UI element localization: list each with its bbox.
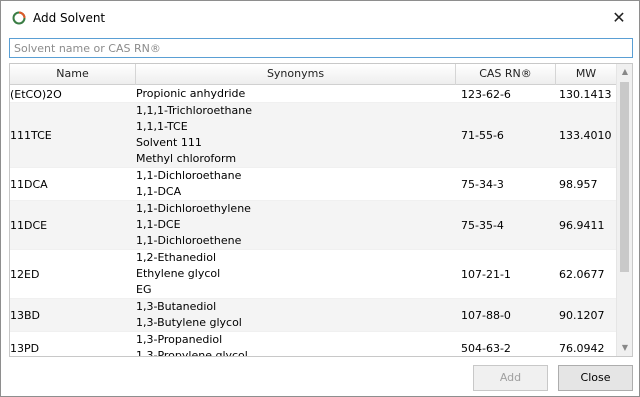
synonyms-cell: 1,3-Butanediol 1,3-Butylene glycol — [136, 299, 456, 331]
window-title: Add Solvent — [33, 11, 106, 25]
synonym-text: 1,1-DCE — [136, 218, 181, 231]
solvent-name-cell: 12ED — [10, 267, 40, 281]
synonym-text: 1,3-Butanediol — [136, 300, 217, 313]
cas-number-cell: 107-88-0 — [461, 308, 511, 322]
column-header-synonyms[interactable]: Synonyms — [136, 64, 456, 85]
synonym-text: 1,3-Propylene glycol — [136, 349, 248, 357]
scroll-down-icon[interactable]: ▼ — [617, 340, 632, 356]
solvent-name-cell: 13BD — [10, 308, 41, 322]
synonyms-cell: 1,1-Dichloroethylene 1,1-DCE 1,1-Dichloroe… — [136, 201, 456, 249]
column-header-mw[interactable]: MW — [556, 64, 616, 85]
synonym-text: 1,1-Dichloroethene — [136, 234, 242, 247]
cas-number-cell: 71-55-6 — [461, 128, 504, 142]
solvent-name-cell: 111TCE — [10, 128, 52, 142]
solvent-table: Name Synonyms CAS RN® MW (EtCO)2O Propion… — [9, 63, 633, 357]
synonyms-cell: 1,1,1-Trichloroethane 1,1,1-TCE Solvent 11… — [136, 103, 456, 167]
add-button[interactable]: Add — [473, 365, 548, 391]
synonym-text: Propionic anhydride — [136, 87, 246, 100]
table-row[interactable]: (EtCO)2O Propionic anhydride 123-62-6 130.1… — [10, 86, 616, 103]
table-row[interactable]: 111TCE 1,1,1-Trichloroethane 1,1,1-TCE Solv… — [10, 103, 616, 168]
solvent-name-cell: 11DCA — [10, 177, 48, 191]
synonym-text: 1,1-Dichloroethylene — [136, 202, 251, 215]
molecular-weight-cell: 98.957 — [559, 177, 598, 191]
synonym-text: 1,3-Propanediol — [136, 333, 223, 346]
synonym-text: EG — [136, 283, 152, 296]
vertical-scrollbar[interactable]: ▲ ▼ — [616, 64, 632, 356]
molecular-weight-cell: 133.4010 — [559, 128, 612, 142]
search-input[interactable] — [10, 39, 632, 57]
table-row[interactable]: 11DCA 1,1-Dichloroethane 1,1-DCA 75-34-3 98.… — [10, 168, 616, 201]
synonym-text: Ethylene glycol — [136, 267, 221, 280]
molecular-weight-cell: 76.0942 — [559, 341, 605, 355]
add-solvent-dialog: Add Solvent ✕ Name Synonyms CAS RN® MW (… — [0, 0, 640, 397]
synonym-text: 1,2-Ethanediol — [136, 251, 217, 264]
title-bar: Add Solvent ✕ — [1, 1, 639, 36]
molecular-weight-cell: 96.9411 — [559, 218, 605, 232]
table-row[interactable]: 11DCE 1,1-Dichloroethylene 1,1-DCE 1,1-Dich… — [10, 201, 616, 250]
molecular-weight-cell: 62.0677 — [559, 267, 605, 281]
search-field[interactable] — [9, 38, 633, 58]
solvent-name-cell: 13PD — [10, 341, 40, 355]
cas-number-cell: 107-21-1 — [461, 267, 511, 281]
close-icon[interactable]: ✕ — [601, 3, 637, 33]
synonym-text: 1,1,1-TCE — [136, 120, 188, 133]
ring-logo-icon — [12, 11, 26, 25]
cas-number-cell: 75-35-4 — [461, 218, 504, 232]
scroll-thumb[interactable] — [620, 82, 629, 272]
table-row[interactable]: 13BD 1,3-Butanediol 1,3-Butylene glycol 107… — [10, 299, 616, 332]
table-row[interactable]: 12ED 1,2-Ethanediol Ethylene glycol EG 107-2… — [10, 250, 616, 299]
table-header: Name Synonyms CAS RN® MW — [10, 64, 616, 85]
cas-number-cell: 504-63-2 — [461, 341, 511, 355]
molecular-weight-cell: 90.1207 — [559, 308, 605, 322]
synonyms-cell: Propionic anhydride — [136, 86, 456, 102]
synonyms-cell: 1,1-Dichloroethane 1,1-DCA — [136, 168, 456, 200]
table-body: (EtCO)2O Propionic anhydride 123-62-6 130.1… — [10, 86, 616, 357]
scroll-up-icon[interactable]: ▲ — [617, 64, 632, 80]
synonym-text: 1,3-Butylene glycol — [136, 316, 242, 329]
molecular-weight-cell: 130.1413 — [559, 87, 612, 101]
synonym-text: 1,1,1-Trichloroethane — [136, 104, 252, 117]
close-button[interactable]: Close — [558, 365, 633, 391]
solvent-name-cell: 11DCE — [10, 218, 48, 232]
synonym-text: Solvent 111 — [136, 136, 202, 149]
synonym-text: 1,1-Dichloroethane — [136, 169, 242, 182]
solvent-name-cell: (EtCO)2O — [10, 87, 62, 101]
column-header-cas[interactable]: CAS RN® — [456, 64, 556, 85]
synonym-text: 1,1-DCA — [136, 185, 182, 198]
synonyms-cell: 1,3-Propanediol 1,3-Propylene glycol — [136, 332, 456, 357]
synonyms-cell: 1,2-Ethanediol Ethylene glycol EG — [136, 250, 456, 298]
cas-number-cell: 75-34-3 — [461, 177, 504, 191]
synonym-text: Methyl chloroform — [136, 152, 237, 165]
cas-number-cell: 123-62-6 — [461, 87, 511, 101]
table-row[interactable]: 13PD 1,3-Propanediol 1,3-Propylene glycol 5… — [10, 332, 616, 357]
column-header-name[interactable]: Name — [10, 64, 136, 85]
